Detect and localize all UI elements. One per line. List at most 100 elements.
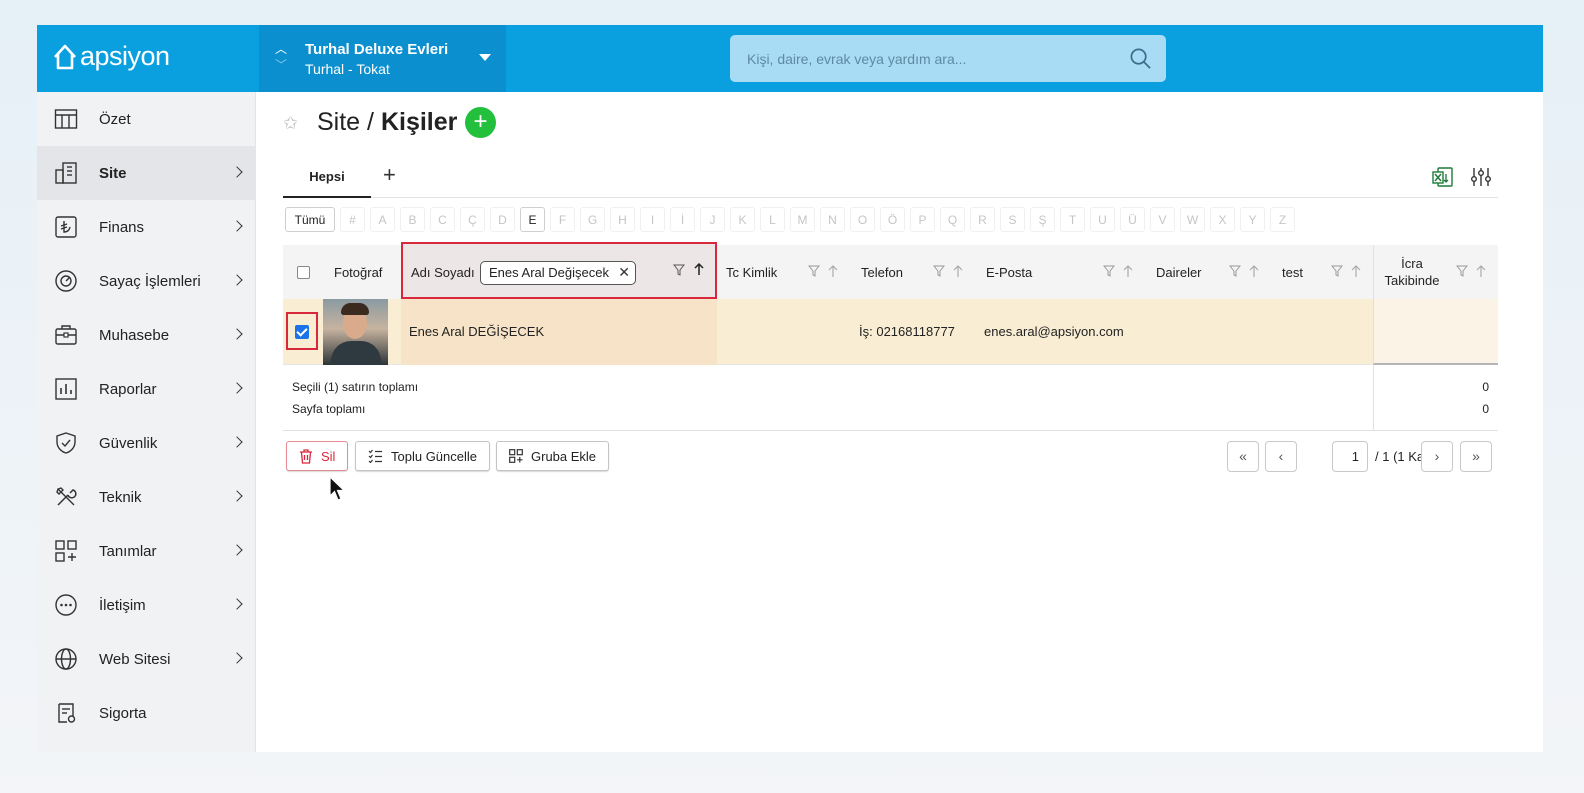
header-icra-takibinde[interactable]: İcra Takibinde <box>1373 245 1498 299</box>
alpha-letter[interactable]: S <box>1000 207 1025 232</box>
sidebar-item-muhasebe[interactable]: Muhasebe <box>37 308 256 362</box>
table-header: Fotoğraf Adı Soyadı Enes Aral Değişecek … <box>283 242 1498 299</box>
avatar[interactable] <box>323 299 388 365</box>
filter-icon[interactable] <box>673 264 685 276</box>
prev-page-button[interactable]: ‹ <box>1265 441 1297 472</box>
alpha-letter[interactable]: Ş <box>1030 207 1055 232</box>
house-logo-icon <box>54 44 76 69</box>
filter-icon[interactable] <box>1456 265 1468 277</box>
alpha-letter[interactable]: V <box>1150 207 1175 232</box>
alpha-letter[interactable]: Ü <box>1120 207 1145 232</box>
alpha-letter[interactable]: P <box>910 207 935 232</box>
chevron-up-icon[interactable]: ︿ <box>275 41 287 57</box>
alpha-letter[interactable]: T <box>1060 207 1085 232</box>
sort-arrow-up-icon[interactable] <box>828 265 838 278</box>
alpha-letter[interactable]: J <box>700 207 725 232</box>
page-number-input[interactable] <box>1332 441 1368 472</box>
delete-button[interactable]: Sil <box>286 441 349 471</box>
sidebar-item-ozet[interactable]: Özet <box>37 92 256 146</box>
alpha-letter[interactable]: X <box>1210 207 1235 232</box>
filter-icon[interactable] <box>933 265 945 277</box>
pin-icon[interactable]: ✩ <box>283 113 298 134</box>
alpha-all-button[interactable]: Tümü <box>285 207 335 232</box>
alpha-letter[interactable]: R <box>970 207 995 232</box>
alpha-letter[interactable]: H <box>610 207 635 232</box>
header-daireler[interactable]: Daireler <box>1156 245 1202 299</box>
alpha-letter[interactable]: Ç <box>460 207 485 232</box>
next-page-button[interactable]: › <box>1421 441 1453 472</box>
close-icon[interactable]: ✕ <box>618 262 630 283</box>
sidebar-item-iletisim[interactable]: İletişim <box>37 578 256 632</box>
filter-icon[interactable] <box>1229 265 1241 277</box>
header-name[interactable]: Adı Soyadı Enes Aral Değişecek ✕ <box>401 242 717 299</box>
alpha-letter-selected[interactable]: E <box>520 207 545 232</box>
alpha-letter[interactable]: M <box>790 207 815 232</box>
apsiyon-logo[interactable]: apsiyon <box>52 41 170 72</box>
site-selector[interactable]: ︿ ﹀ Turhal Deluxe Evleri Turhal - Tokat <box>259 25 506 92</box>
search-input[interactable] <box>730 35 1120 82</box>
sort-arrow-up-icon[interactable] <box>1351 265 1361 278</box>
site-switch-arrows[interactable]: ︿ ﹀ <box>275 41 287 73</box>
table-icon <box>54 109 78 129</box>
alpha-letter[interactable]: D <box>490 207 515 232</box>
select-all-checkbox[interactable] <box>297 265 310 279</box>
alpha-letter[interactable]: O <box>850 207 875 232</box>
alpha-letter[interactable]: G <box>580 207 605 232</box>
sidebar-item-finans[interactable]: Finans <box>37 200 256 254</box>
search-icon[interactable] <box>1129 47 1152 70</box>
alpha-letter[interactable]: C <box>430 207 455 232</box>
alpha-letter[interactable]: Q <box>940 207 965 232</box>
alpha-letter[interactable]: I <box>640 207 665 232</box>
alpha-letter[interactable]: L <box>760 207 785 232</box>
alpha-letter[interactable]: U <box>1090 207 1115 232</box>
table-row[interactable]: Enes Aral DEĞİŞECEK İş: 02168118777 enes… <box>283 299 1498 365</box>
chevron-down-icon[interactable]: ﹀ <box>275 57 287 73</box>
tab-hepsi[interactable]: Hepsi <box>283 158 371 198</box>
add-person-button[interactable]: + <box>465 107 496 138</box>
sort-arrow-up-icon[interactable] <box>953 265 963 278</box>
alpha-letter[interactable]: W <box>1180 207 1205 232</box>
header-test[interactable]: test <box>1282 245 1303 299</box>
dropdown-caret-icon[interactable] <box>479 54 491 61</box>
column-settings-icon[interactable] <box>1470 166 1492 188</box>
sort-arrow-up-icon[interactable] <box>694 263 704 276</box>
filter-icon[interactable] <box>1331 265 1343 277</box>
sidebar-item-sigorta[interactable]: Sigorta <box>37 686 256 740</box>
alpha-letter[interactable]: İ <box>670 207 695 232</box>
sort-arrow-up-icon[interactable] <box>1123 265 1133 278</box>
alpha-letter[interactable]: F <box>550 207 575 232</box>
alpha-letter[interactable]: Z <box>1270 207 1295 232</box>
header-tc-kimlik[interactable]: Tc Kimlik <box>726 245 777 299</box>
name-filter-chip[interactable]: Enes Aral Değişecek ✕ <box>480 261 636 285</box>
sidebar-item-sayac[interactable]: Sayaç İşlemleri <box>37 254 256 308</box>
alpha-letter[interactable]: K <box>730 207 755 232</box>
row-checkbox[interactable] <box>295 325 309 339</box>
cell-email[interactable]: enes.aral@apsiyon.com <box>984 324 1124 339</box>
bulk-update-button[interactable]: Toplu Güncelle <box>355 441 490 471</box>
filter-icon[interactable] <box>1103 265 1115 277</box>
sort-arrow-up-icon[interactable] <box>1476 265 1486 278</box>
sidebar-item-guvenlik[interactable]: Güvenlik <box>37 416 256 470</box>
first-page-button[interactable]: « <box>1227 441 1259 472</box>
alpha-letter[interactable]: Y <box>1240 207 1265 232</box>
filter-icon[interactable] <box>808 265 820 277</box>
sidebar-item-teknik[interactable]: Teknik <box>37 470 256 524</box>
alpha-letter[interactable]: A <box>370 207 395 232</box>
add-to-group-button[interactable]: Gruba Ekle <box>496 441 610 471</box>
sidebar-item-raporlar[interactable]: Raporlar <box>37 362 256 416</box>
alpha-letter[interactable]: B <box>400 207 425 232</box>
alpha-letter[interactable]: Ö <box>880 207 905 232</box>
excel-export-icon[interactable] <box>1432 166 1454 188</box>
sidebar-item-web-sitesi[interactable]: Web Sitesi <box>37 632 256 686</box>
header-icra-label: İcra Takibinde <box>1374 255 1450 289</box>
sidebar-item-site[interactable]: Site <box>37 146 256 200</box>
add-tab-button[interactable]: + <box>383 162 396 188</box>
sidebar-item-tanimlar[interactable]: Tanımlar <box>37 524 256 578</box>
sort-arrow-up-icon[interactable] <box>1249 265 1259 278</box>
last-page-button[interactable]: » <box>1460 441 1492 472</box>
header-telefon[interactable]: Telefon <box>861 245 903 299</box>
header-e-posta[interactable]: E-Posta <box>986 245 1032 299</box>
cell-name[interactable]: Enes Aral DEĞİŞECEK <box>409 324 544 339</box>
alpha-letter[interactable]: N <box>820 207 845 232</box>
alpha-letter[interactable]: # <box>340 207 365 232</box>
